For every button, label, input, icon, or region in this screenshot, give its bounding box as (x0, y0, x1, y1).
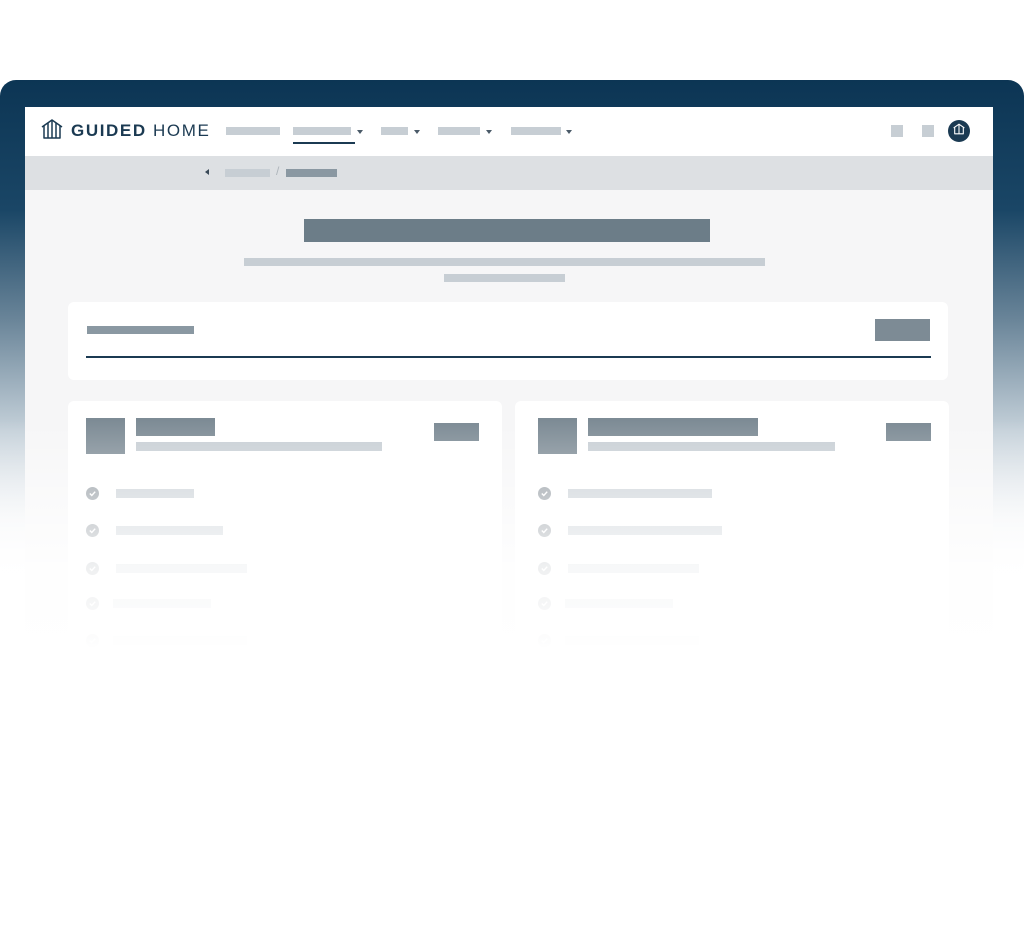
brand-name-bold: GUIDED (71, 121, 147, 140)
nav-action-icon-2[interactable] (922, 125, 934, 137)
avatar[interactable] (948, 120, 970, 142)
checklist-item[interactable] (113, 599, 211, 608)
checkmark-circle-icon (538, 634, 551, 647)
page-subtitle-2 (444, 274, 565, 282)
checklist-item[interactable] (565, 599, 673, 608)
chevron-down-icon (414, 130, 420, 134)
checklist-item[interactable] (116, 489, 194, 498)
card-action-button[interactable] (434, 423, 479, 441)
breadcrumb-item-1[interactable] (225, 169, 270, 177)
brand-logo[interactable]: GUIDED HOME (39, 117, 210, 145)
nav-item-2[interactable] (293, 127, 351, 135)
chevron-down-icon (357, 130, 363, 134)
card-subtitle (588, 442, 835, 451)
page-title (304, 219, 710, 242)
brand-name-light: HOME (146, 121, 211, 140)
checkmark-circle-icon (86, 487, 99, 500)
checklist-item[interactable] (565, 636, 699, 645)
triangle-left-icon[interactable] (205, 169, 209, 175)
checklist-item[interactable] (568, 489, 712, 498)
card-title (136, 418, 215, 436)
task-card-left (68, 401, 502, 670)
progress-bar (86, 356, 931, 358)
card-action-button[interactable] (886, 423, 931, 441)
card-thumbnail (86, 418, 125, 454)
progress-action-button[interactable] (875, 319, 930, 341)
checkmark-circle-icon (538, 562, 551, 575)
checklist-item[interactable] (113, 636, 247, 645)
checkmark-circle-icon (86, 634, 99, 647)
nav-action-icon-1[interactable] (891, 125, 903, 137)
task-card-right (515, 401, 949, 670)
checkmark-circle-icon (86, 524, 99, 537)
checklist-item[interactable] (568, 564, 699, 573)
checkmark-circle-icon (538, 487, 551, 500)
checkmark-circle-icon (538, 524, 551, 537)
house-outline-icon (952, 122, 966, 141)
progress-card (68, 302, 948, 380)
checkmark-circle-icon (86, 562, 99, 575)
checklist-item[interactable] (568, 526, 722, 535)
nav-item-1[interactable] (226, 127, 280, 135)
progress-label (87, 326, 194, 334)
house-outline-icon (39, 116, 65, 147)
card-subtitle (136, 442, 382, 451)
checklist-item[interactable] (116, 526, 223, 535)
nav-item-3[interactable] (381, 127, 408, 135)
checkmark-circle-icon (86, 597, 99, 610)
breadcrumb-item-current (286, 169, 337, 177)
chevron-down-icon (486, 130, 492, 134)
card-title (588, 418, 758, 436)
brand-name: GUIDED HOME (71, 121, 210, 141)
top-nav: GUIDED HOME (25, 107, 993, 156)
nav-active-indicator (293, 142, 355, 144)
breadcrumb: / (25, 156, 993, 190)
nav-item-4[interactable] (438, 127, 480, 135)
app-screen: GUIDED HOME / (25, 107, 993, 670)
chevron-down-icon (566, 130, 572, 134)
breadcrumb-separator: / (276, 164, 280, 178)
page-subtitle (244, 258, 765, 266)
nav-item-5[interactable] (511, 127, 561, 135)
checkmark-circle-icon (538, 597, 551, 610)
card-thumbnail (538, 418, 577, 454)
checklist-item[interactable] (116, 564, 247, 573)
